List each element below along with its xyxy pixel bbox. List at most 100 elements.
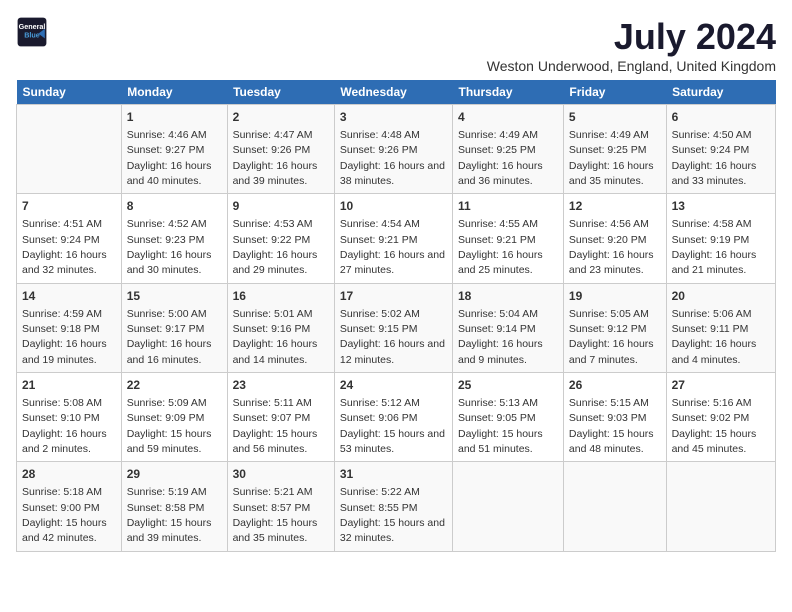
sunset: Sunset: 9:16 PM bbox=[233, 323, 311, 335]
day-number: 13 bbox=[672, 198, 770, 215]
day-number: 29 bbox=[127, 466, 222, 483]
daylight: Daylight: 16 hours and 9 minutes. bbox=[458, 338, 543, 365]
sunset: Sunset: 9:09 PM bbox=[127, 412, 205, 424]
calendar-cell: 15 Sunrise: 5:00 AM Sunset: 9:17 PM Dayl… bbox=[121, 283, 227, 372]
day-number: 24 bbox=[340, 377, 447, 394]
day-number: 30 bbox=[233, 466, 329, 483]
sunrise: Sunrise: 4:50 AM bbox=[672, 129, 752, 141]
calendar-cell: 6 Sunrise: 4:50 AM Sunset: 9:24 PM Dayli… bbox=[666, 105, 775, 194]
calendar-cell: 19 Sunrise: 5:05 AM Sunset: 9:12 PM Dayl… bbox=[563, 283, 666, 372]
calendar-cell: 9 Sunrise: 4:53 AM Sunset: 9:22 PM Dayli… bbox=[227, 194, 334, 283]
calendar-cell: 21 Sunrise: 5:08 AM Sunset: 9:10 PM Dayl… bbox=[17, 373, 122, 462]
calendar-cell: 24 Sunrise: 5:12 AM Sunset: 9:06 PM Dayl… bbox=[334, 373, 452, 462]
column-header-wednesday: Wednesday bbox=[334, 80, 452, 105]
sunset: Sunset: 9:05 PM bbox=[458, 412, 536, 424]
day-number: 21 bbox=[22, 377, 116, 394]
sunrise: Sunrise: 4:46 AM bbox=[127, 129, 207, 141]
sunset: Sunset: 9:23 PM bbox=[127, 234, 205, 246]
calendar-cell bbox=[666, 462, 775, 551]
sunrise: Sunrise: 4:51 AM bbox=[22, 218, 102, 230]
column-header-sunday: Sunday bbox=[17, 80, 122, 105]
sunset: Sunset: 9:24 PM bbox=[672, 144, 750, 156]
sunrise: Sunrise: 5:05 AM bbox=[569, 308, 649, 320]
day-number: 7 bbox=[22, 198, 116, 215]
daylight: Daylight: 16 hours and 38 minutes. bbox=[340, 160, 445, 187]
daylight: Daylight: 15 hours and 39 minutes. bbox=[127, 517, 212, 544]
daylight: Daylight: 16 hours and 2 minutes. bbox=[22, 428, 107, 455]
day-number: 2 bbox=[233, 109, 329, 126]
calendar-cell: 28 Sunrise: 5:18 AM Sunset: 9:00 PM Dayl… bbox=[17, 462, 122, 551]
sunrise: Sunrise: 5:12 AM bbox=[340, 397, 420, 409]
day-number: 17 bbox=[340, 288, 447, 305]
week-row-1: 1 Sunrise: 4:46 AM Sunset: 9:27 PM Dayli… bbox=[17, 105, 776, 194]
calendar-cell: 20 Sunrise: 5:06 AM Sunset: 9:11 PM Dayl… bbox=[666, 283, 775, 372]
sunset: Sunset: 9:10 PM bbox=[22, 412, 100, 424]
day-number: 27 bbox=[672, 377, 770, 394]
daylight: Daylight: 16 hours and 14 minutes. bbox=[233, 338, 318, 365]
sunset: Sunset: 9:18 PM bbox=[22, 323, 100, 335]
daylight: Daylight: 16 hours and 27 minutes. bbox=[340, 249, 445, 276]
sunrise: Sunrise: 4:49 AM bbox=[569, 129, 649, 141]
calendar-cell: 17 Sunrise: 5:02 AM Sunset: 9:15 PM Dayl… bbox=[334, 283, 452, 372]
calendar-cell bbox=[17, 105, 122, 194]
calendar-cell: 3 Sunrise: 4:48 AM Sunset: 9:26 PM Dayli… bbox=[334, 105, 452, 194]
calendar-cell: 12 Sunrise: 4:56 AM Sunset: 9:20 PM Dayl… bbox=[563, 194, 666, 283]
day-number: 26 bbox=[569, 377, 661, 394]
calendar-cell: 8 Sunrise: 4:52 AM Sunset: 9:23 PM Dayli… bbox=[121, 194, 227, 283]
sunset: Sunset: 9:17 PM bbox=[127, 323, 205, 335]
svg-text:General: General bbox=[19, 22, 46, 31]
calendar-cell: 23 Sunrise: 5:11 AM Sunset: 9:07 PM Dayl… bbox=[227, 373, 334, 462]
calendar-cell: 1 Sunrise: 4:46 AM Sunset: 9:27 PM Dayli… bbox=[121, 105, 227, 194]
sunset: Sunset: 9:12 PM bbox=[569, 323, 647, 335]
sunrise: Sunrise: 5:02 AM bbox=[340, 308, 420, 320]
header: General Blue July 2024 Weston Underwood,… bbox=[16, 16, 776, 74]
daylight: Daylight: 16 hours and 30 minutes. bbox=[127, 249, 212, 276]
calendar-cell: 22 Sunrise: 5:09 AM Sunset: 9:09 PM Dayl… bbox=[121, 373, 227, 462]
sunset: Sunset: 9:19 PM bbox=[672, 234, 750, 246]
sunset: Sunset: 9:21 PM bbox=[340, 234, 418, 246]
sunset: Sunset: 9:26 PM bbox=[340, 144, 418, 156]
calendar-cell: 16 Sunrise: 5:01 AM Sunset: 9:16 PM Dayl… bbox=[227, 283, 334, 372]
sunset: Sunset: 9:07 PM bbox=[233, 412, 311, 424]
sunset: Sunset: 9:22 PM bbox=[233, 234, 311, 246]
sunset: Sunset: 9:27 PM bbox=[127, 144, 205, 156]
day-number: 6 bbox=[672, 109, 770, 126]
daylight: Daylight: 16 hours and 21 minutes. bbox=[672, 249, 757, 276]
day-number: 9 bbox=[233, 198, 329, 215]
day-number: 31 bbox=[340, 466, 447, 483]
daylight: Daylight: 16 hours and 33 minutes. bbox=[672, 160, 757, 187]
day-number: 16 bbox=[233, 288, 329, 305]
sunrise: Sunrise: 5:08 AM bbox=[22, 397, 102, 409]
daylight: Daylight: 16 hours and 35 minutes. bbox=[569, 160, 654, 187]
sunrise: Sunrise: 4:53 AM bbox=[233, 218, 313, 230]
sunset: Sunset: 9:25 PM bbox=[569, 144, 647, 156]
daylight: Daylight: 15 hours and 59 minutes. bbox=[127, 428, 212, 455]
sunrise: Sunrise: 5:01 AM bbox=[233, 308, 313, 320]
calendar-cell: 13 Sunrise: 4:58 AM Sunset: 9:19 PM Dayl… bbox=[666, 194, 775, 283]
day-number: 10 bbox=[340, 198, 447, 215]
daylight: Daylight: 16 hours and 39 minutes. bbox=[233, 160, 318, 187]
day-number: 8 bbox=[127, 198, 222, 215]
calendar-cell: 2 Sunrise: 4:47 AM Sunset: 9:26 PM Dayli… bbox=[227, 105, 334, 194]
calendar-cell bbox=[453, 462, 564, 551]
daylight: Daylight: 16 hours and 25 minutes. bbox=[458, 249, 543, 276]
calendar-cell: 7 Sunrise: 4:51 AM Sunset: 9:24 PM Dayli… bbox=[17, 194, 122, 283]
sunrise: Sunrise: 5:19 AM bbox=[127, 486, 207, 498]
sunrise: Sunrise: 5:04 AM bbox=[458, 308, 538, 320]
day-number: 18 bbox=[458, 288, 558, 305]
day-number: 19 bbox=[569, 288, 661, 305]
sunrise: Sunrise: 5:00 AM bbox=[127, 308, 207, 320]
sunset: Sunset: 9:14 PM bbox=[458, 323, 536, 335]
calendar-cell: 27 Sunrise: 5:16 AM Sunset: 9:02 PM Dayl… bbox=[666, 373, 775, 462]
calendar-cell: 18 Sunrise: 5:04 AM Sunset: 9:14 PM Dayl… bbox=[453, 283, 564, 372]
sunset: Sunset: 9:03 PM bbox=[569, 412, 647, 424]
calendar-body: 1 Sunrise: 4:46 AM Sunset: 9:27 PM Dayli… bbox=[17, 105, 776, 552]
daylight: Daylight: 15 hours and 35 minutes. bbox=[233, 517, 318, 544]
sunset: Sunset: 9:25 PM bbox=[458, 144, 536, 156]
daylight: Daylight: 16 hours and 36 minutes. bbox=[458, 160, 543, 187]
daylight: Daylight: 15 hours and 53 minutes. bbox=[340, 428, 445, 455]
day-number: 3 bbox=[340, 109, 447, 126]
sunset: Sunset: 9:24 PM bbox=[22, 234, 100, 246]
sunset: Sunset: 8:55 PM bbox=[340, 502, 418, 514]
day-number: 14 bbox=[22, 288, 116, 305]
